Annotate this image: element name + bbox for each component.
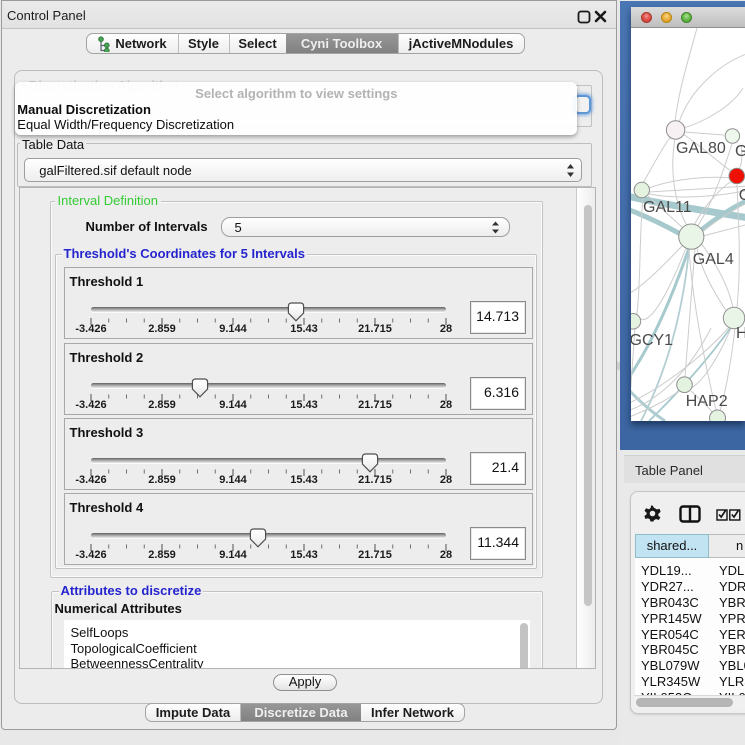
svg-text:GAL11: GAL11 (643, 199, 692, 216)
svg-text:GA: GA (735, 143, 745, 160)
svg-text:GCY1: GCY1 (631, 332, 673, 349)
svg-text:GAL80: GAL80 (676, 140, 726, 157)
svg-text:C: C (739, 187, 745, 204)
svg-text:HAP2: HAP2 (686, 393, 728, 410)
svg-text:H: H (736, 325, 745, 342)
svg-text:GAL4: GAL4 (693, 251, 734, 268)
